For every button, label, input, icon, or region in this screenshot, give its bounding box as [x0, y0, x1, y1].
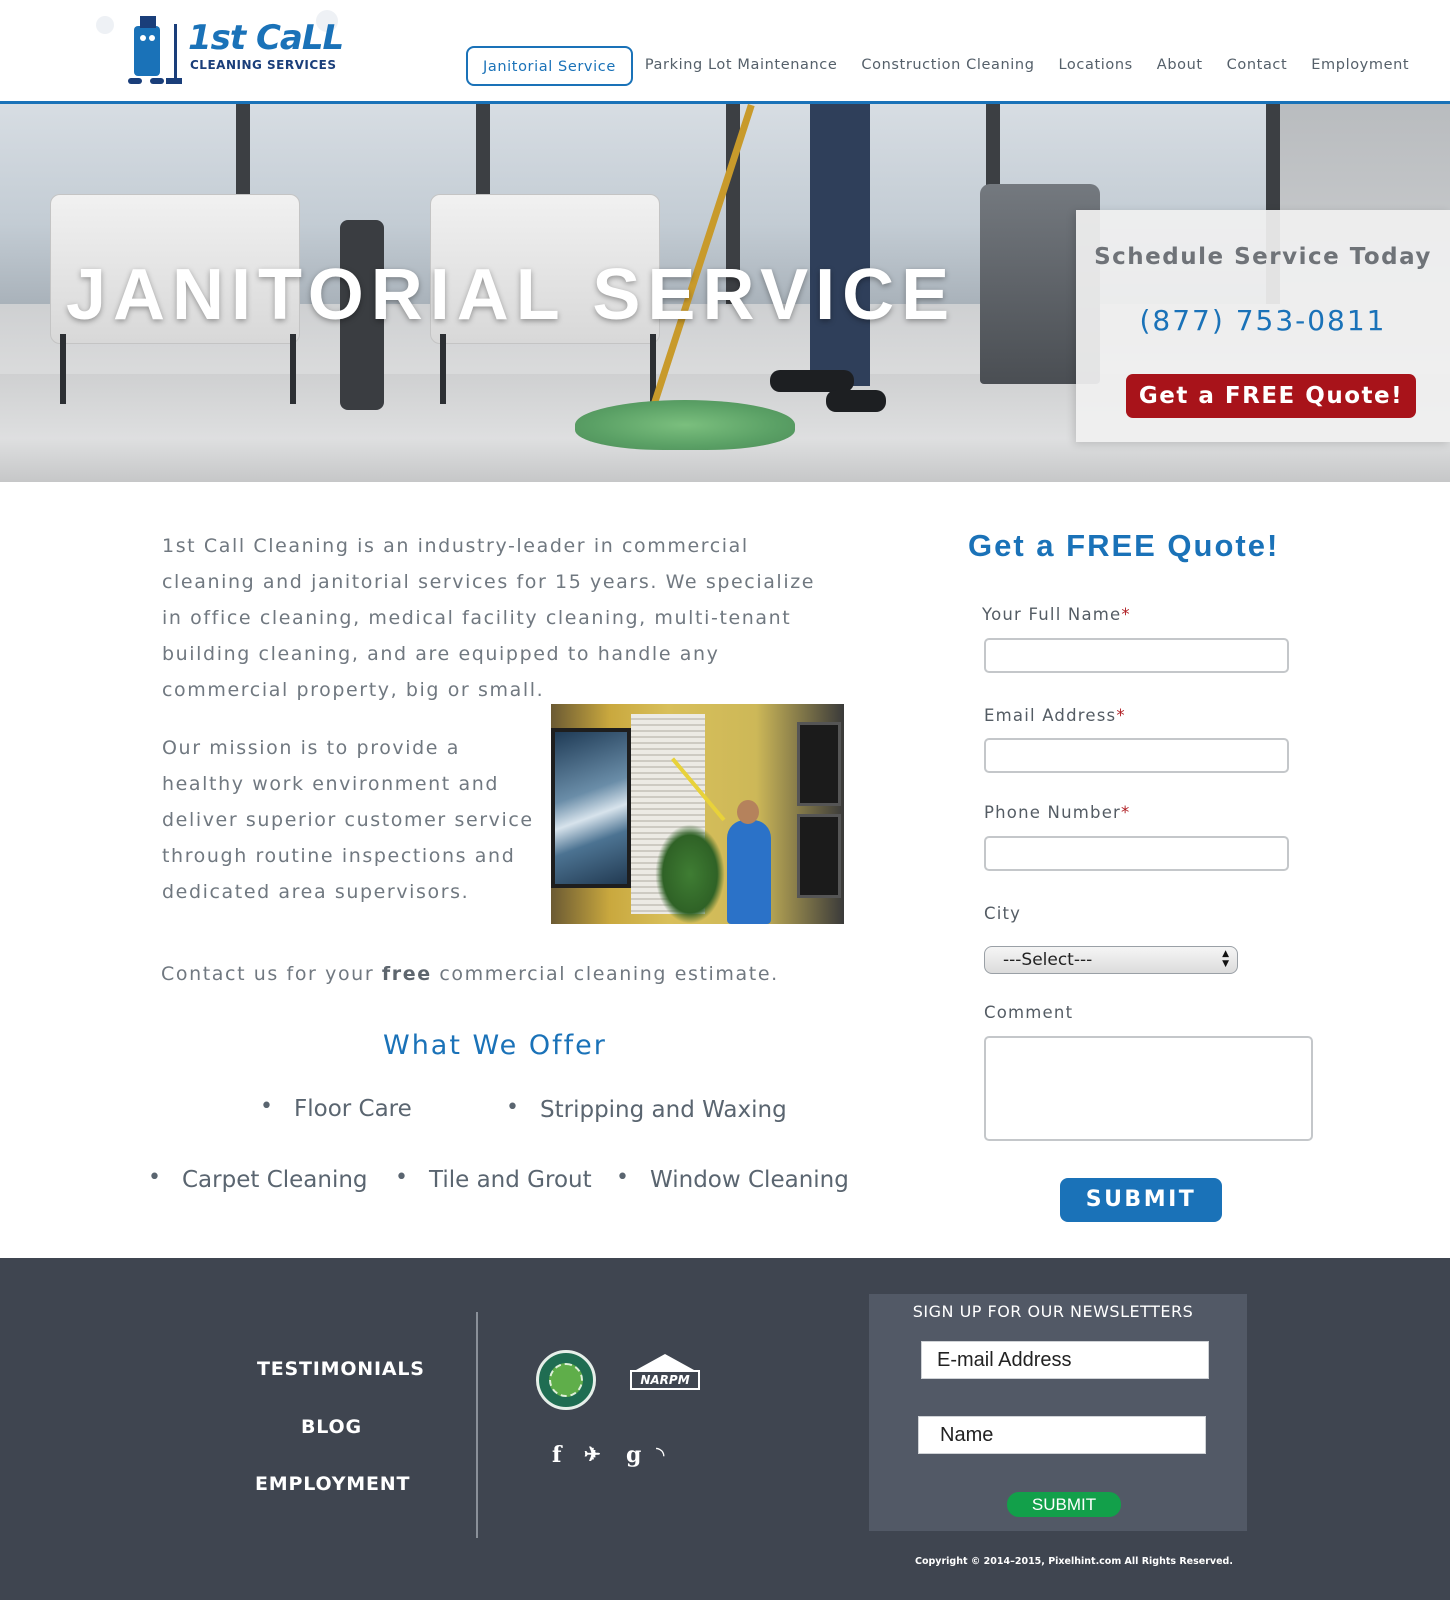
form-title: Get a FREE Quote!: [968, 528, 1280, 563]
nav-about[interactable]: About: [1145, 46, 1215, 86]
city-label: City: [984, 904, 1022, 923]
logo-bubble: [96, 16, 114, 34]
form-submit-button[interactable]: SUBMIT: [1060, 1178, 1222, 1222]
narpm-roof: [636, 1354, 694, 1370]
newsletter-title: SIGN UP FOR OUR NEWSLETTERS: [912, 1302, 1194, 1321]
facebook-icon[interactable]: f: [552, 1442, 561, 1468]
footer-divider: [476, 1312, 478, 1538]
offer-item: Tile and Grout: [395, 1165, 592, 1193]
email-label-text: Email Address: [984, 706, 1117, 725]
rss-icon[interactable]: ◝: [656, 1442, 665, 1468]
contact-estimate-line: Contact us for your free commercial clea…: [161, 963, 779, 985]
page-title: JANITORIAL SERVICE: [66, 255, 957, 335]
newsletter-submit-button[interactable]: SUBMIT: [1007, 1492, 1121, 1517]
intro-paragraph: 1st Call Cleaning is an industry-leader …: [162, 535, 816, 701]
hero-chair-leg: [60, 334, 66, 404]
select-arrows-icon: ▲ ▼: [1222, 949, 1229, 969]
nav-parking-lot-maintenance[interactable]: Parking Lot Maintenance: [633, 46, 850, 86]
newsletter-name-input[interactable]: Name: [918, 1416, 1206, 1454]
phone-label: Phone Number*: [984, 803, 1131, 822]
contact-prefix: Contact us for your: [161, 963, 375, 985]
nav-locations[interactable]: Locations: [1047, 46, 1145, 86]
google-icon[interactable]: g: [626, 1442, 641, 1468]
phone-field[interactable]: [984, 836, 1289, 871]
offer-item: Floor Care: [260, 1094, 412, 1122]
hero-worker-legs: [810, 104, 870, 386]
nav-contact[interactable]: Contact: [1215, 46, 1300, 86]
phone-number-link[interactable]: (877) 753-0811: [1076, 304, 1450, 337]
photo-display: [797, 722, 841, 806]
offer-item: Window Cleaning: [616, 1165, 849, 1193]
mission-paragraph: Our mission is to provide a healthy work…: [162, 737, 534, 903]
site-footer: TESTIMONIALS BLOG EMPLOYMENT NARPM f ✈ g…: [0, 1258, 1450, 1600]
hero-worker-shoe: [826, 390, 886, 412]
mascot-icon: [128, 16, 182, 84]
hero-worker-shoe: [770, 370, 854, 392]
narpm-logo-icon[interactable]: NARPM: [630, 1354, 700, 1394]
hero-chair-leg: [440, 334, 446, 404]
email-field[interactable]: [984, 738, 1289, 773]
schedule-title: Schedule Service Today: [1094, 244, 1432, 270]
site-logo[interactable]: 1st CaLL CLEANING SERVICES: [96, 8, 356, 90]
contact-bold: free: [381, 963, 432, 985]
offer-item: Carpet Cleaning: [148, 1165, 367, 1193]
site-header: 1st CaLL CLEANING SERVICES Janitorial Se…: [0, 0, 1450, 104]
full-name-field[interactable]: [984, 638, 1289, 673]
twitter-icon[interactable]: ✈: [584, 1442, 601, 1466]
comment-label: Comment: [984, 1003, 1074, 1022]
nav-janitorial-service[interactable]: Janitorial Service: [466, 46, 633, 86]
footer-link-testimonials[interactable]: TESTIMONIALS: [257, 1358, 425, 1380]
phone-label-text: Phone Number: [984, 803, 1122, 822]
city-select-value: ---Select---: [1003, 950, 1093, 970]
required-mark: *: [1121, 605, 1131, 624]
copyright-text: Copyright © 2014–2015, Pixelhint.com All…: [915, 1556, 1233, 1567]
footer-link-employment[interactable]: EMPLOYMENT: [255, 1473, 410, 1495]
name-label: Your Full Name*: [982, 605, 1131, 624]
seal-center: [549, 1363, 583, 1397]
cleaner-photo: [551, 704, 844, 924]
required-mark: *: [1121, 803, 1131, 822]
comment-textarea[interactable]: [984, 1036, 1313, 1141]
hero-mop-head: [575, 400, 795, 450]
photo-wall-art: [551, 728, 631, 888]
main-nav: Janitorial Service Parking Lot Maintenan…: [466, 46, 1421, 86]
nav-employment[interactable]: Employment: [1299, 46, 1421, 86]
city-select[interactable]: ---Select--- ▲ ▼: [984, 946, 1238, 974]
email-label: Email Address*: [984, 706, 1126, 725]
offer-heading: What We Offer: [383, 1030, 607, 1061]
nav-construction-cleaning[interactable]: Construction Cleaning: [849, 46, 1046, 86]
contact-suffix: commercial cleaning estimate.: [439, 963, 779, 985]
photo-cleaner: [727, 820, 771, 924]
footer-link-blog[interactable]: BLOG: [301, 1416, 362, 1438]
name-label-text: Your Full Name: [982, 605, 1122, 624]
newsletter-email-input[interactable]: E-mail Address: [921, 1341, 1209, 1379]
required-mark: *: [1116, 706, 1126, 725]
logo-tagline: CLEANING SERVICES: [190, 58, 337, 72]
logo-wordmark: 1st CaLL: [188, 18, 344, 58]
offer-item: Stripping and Waxing: [506, 1095, 787, 1123]
get-free-quote-button[interactable]: Get a FREE Quote!: [1126, 374, 1416, 418]
photo-plant: [655, 824, 725, 924]
hero-chair-leg: [290, 334, 296, 404]
certification-seal-icon[interactable]: [536, 1350, 596, 1410]
schedule-service-box: Schedule Service Today (877) 753-0811 Ge…: [1076, 210, 1450, 442]
photo-display: [797, 814, 841, 898]
newsletter-signup: SIGN UP FOR OUR NEWSLETTERS E-mail Addre…: [869, 1294, 1247, 1531]
photo-cleaner-head: [737, 800, 759, 824]
narpm-text: NARPM: [630, 1370, 700, 1390]
